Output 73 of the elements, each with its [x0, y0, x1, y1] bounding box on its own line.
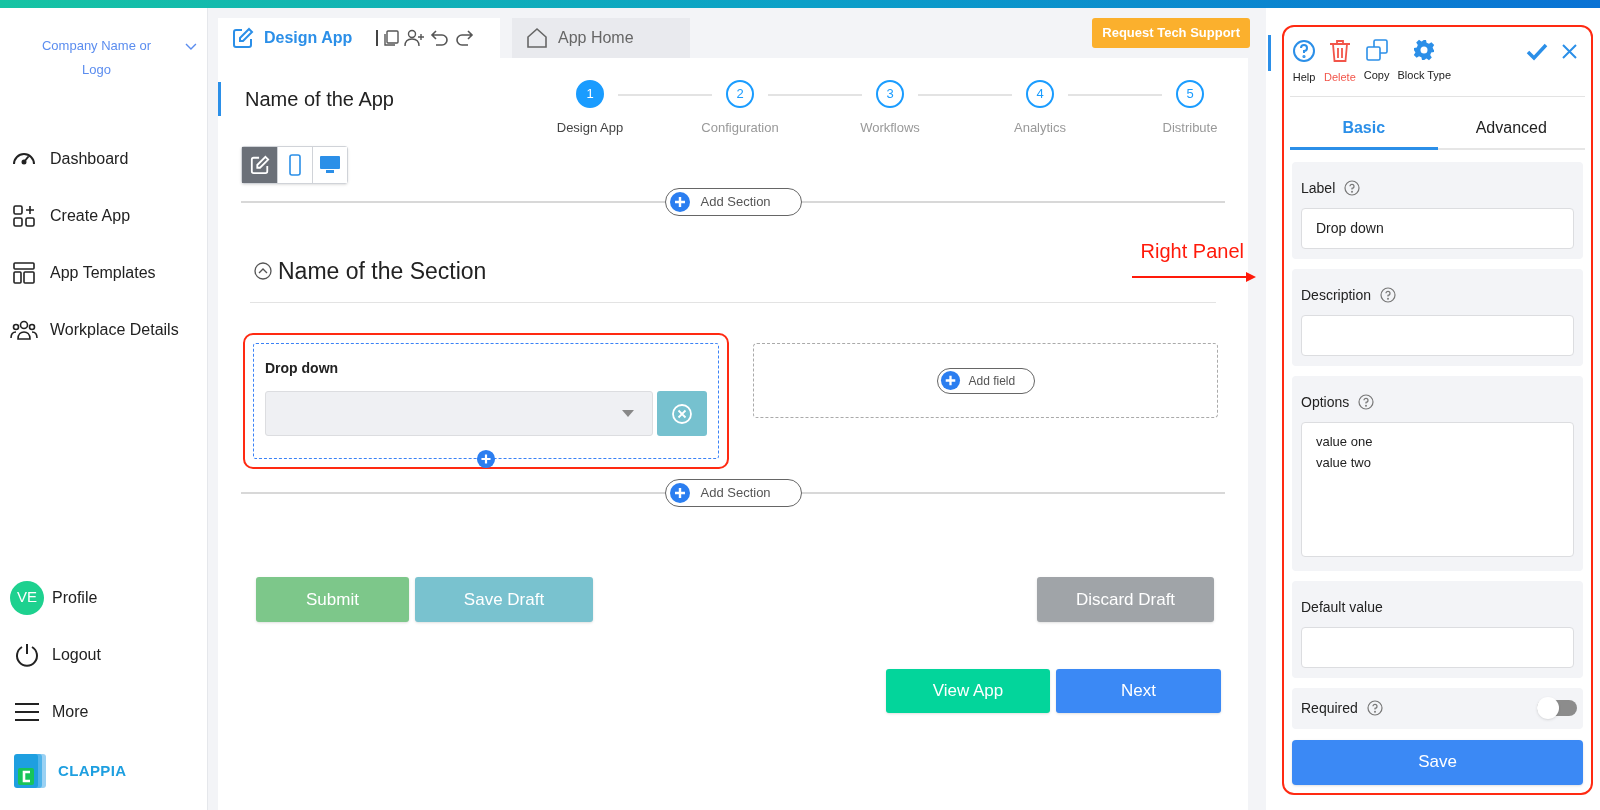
- panel-action[interactable]: Delete: [1324, 39, 1356, 86]
- sidebar-item[interactable]: Logout: [52, 642, 101, 667]
- sidebar-item[interactable]: More: [52, 699, 89, 724]
- caret-icon: [622, 410, 634, 417]
- chevron-down-icon[interactable]: [185, 43, 197, 51]
- clear-icon: [671, 402, 693, 425]
- app-name[interactable]: Name of the App: [218, 82, 394, 116]
- step-label: Workflows: [860, 119, 920, 137]
- redo-icon[interactable]: [454, 29, 475, 47]
- step-label: Configuration: [701, 119, 779, 137]
- toolbar-tab[interactable]: App Home: [512, 18, 690, 58]
- menu-icon: [14, 702, 40, 721]
- text-field[interactable]: [1301, 314, 1574, 356]
- add-field-button[interactable]: Add field: [936, 367, 1035, 394]
- clear-button[interactable]: [657, 391, 707, 436]
- help-icon: [1292, 39, 1316, 63]
- trash-icon: [1328, 39, 1351, 63]
- property-label: Required: [1301, 698, 1358, 718]
- property-label: Default value: [1301, 597, 1383, 617]
- step-label: Design App: [556, 119, 624, 137]
- people-icon: [10, 318, 38, 341]
- add-section-button[interactable]: Add Section: [664, 479, 802, 507]
- mobile-view-icon[interactable]: [277, 147, 312, 183]
- property-label: Label: [1301, 178, 1336, 198]
- toggle-switch[interactable]: [1537, 700, 1577, 716]
- collapse-icon[interactable]: [254, 262, 272, 280]
- property-label: Description: [1301, 285, 1372, 305]
- sidebar-item[interactable]: Dashboard: [50, 146, 129, 171]
- help-icon[interactable]: [1380, 287, 1397, 303]
- power-icon: [14, 641, 40, 668]
- add-section-button[interactable]: Add Section: [664, 188, 802, 216]
- edit-icon: [232, 27, 254, 49]
- copy-icon: [1365, 39, 1388, 61]
- plus-icon: [668, 482, 691, 504]
- property-label: Options: [1301, 392, 1350, 412]
- field-card[interactable]: Drop down: [243, 333, 729, 469]
- plus-icon: [668, 191, 691, 213]
- panel-action[interactable]: Block Type: [1397, 39, 1452, 84]
- check-icon[interactable]: [1526, 43, 1548, 61]
- help-icon[interactable]: [1366, 700, 1383, 716]
- duplicate-icon[interactable]: [382, 29, 401, 47]
- sidebar-item[interactable]: Create App: [50, 203, 131, 228]
- plus-icon: [939, 370, 961, 391]
- gear-icon: [1413, 39, 1436, 61]
- sidebar-item[interactable]: Workplace Details: [50, 317, 179, 342]
- brand-name: CLAPPIA: [58, 760, 127, 781]
- panel-action[interactable]: Copy: [1363, 39, 1390, 84]
- step-label: Analytics: [1014, 119, 1066, 137]
- close-icon[interactable]: [1562, 44, 1577, 59]
- options-textarea[interactable]: value one value two: [1301, 421, 1574, 557]
- edit-view-icon[interactable]: [242, 147, 277, 183]
- annotation-label: Right Panel: [1140, 239, 1244, 264]
- brand-logo-icon: [14, 753, 48, 789]
- add-icon[interactable]: [476, 449, 496, 469]
- layout-icon: [12, 260, 36, 285]
- home-icon: [526, 27, 548, 49]
- panel-action[interactable]: Help: [1292, 39, 1316, 86]
- gauge-icon: [11, 151, 37, 166]
- help-icon[interactable]: [1344, 180, 1361, 196]
- help-icon[interactable]: [1358, 394, 1375, 410]
- desktop-view-icon[interactable]: [312, 147, 347, 183]
- undo-icon[interactable]: [430, 29, 451, 47]
- panel-tab[interactable]: Advanced: [1437, 112, 1585, 150]
- text-field[interactable]: [1301, 626, 1574, 668]
- field-label: Drop down: [265, 359, 340, 378]
- add-user-icon[interactable]: [404, 29, 427, 47]
- grid-plus-icon: [12, 203, 36, 228]
- text-field[interactable]: Drop down: [1301, 207, 1574, 249]
- section-title[interactable]: Name of the Section: [278, 253, 487, 289]
- dropdown-field[interactable]: [265, 391, 653, 436]
- step-label: Distribute: [1162, 119, 1218, 137]
- sidebar-item[interactable]: Profile: [52, 585, 98, 610]
- sidebar-item[interactable]: App Templates: [50, 260, 156, 285]
